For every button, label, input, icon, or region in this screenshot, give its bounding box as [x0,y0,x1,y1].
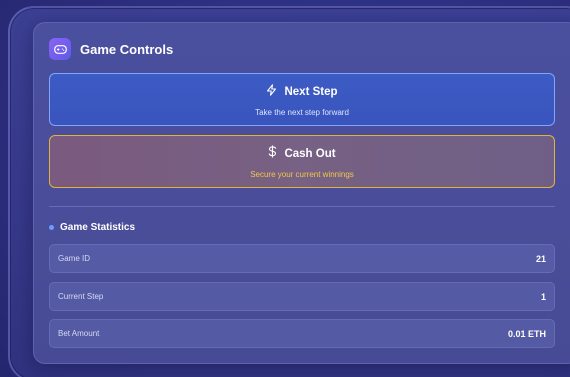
section-divider [49,206,555,207]
stat-value: 21 [535,253,546,264]
next-step-label: Next Step [284,85,338,98]
stat-label: Current Step [58,292,104,301]
cash-out-label: Cash Out [284,147,336,160]
gamepad-icon [49,38,71,60]
stats-title: Game Statistics [60,222,136,233]
cash-out-button[interactable]: Cash Out Secure your current winnings [49,135,555,188]
stats-section-title: Game Statistics [49,222,135,233]
cash-out-subtitle: Secure your current winnings [250,169,354,179]
next-step-button-row: Next Step [266,83,338,101]
bullet-dot-icon [49,225,54,230]
panel-header: Game Controls [49,38,173,60]
next-step-subtitle: Take the next step forward [255,107,349,117]
stat-label: Bet Amount [58,329,100,338]
next-step-button[interactable]: Next Step Take the next step forward [49,73,555,126]
stat-label: Game ID [58,254,91,263]
lightning-icon [266,83,277,101]
stat-row-current-step: Current Step 1 [49,282,555,311]
cash-out-button-row: Cash Out [268,145,336,163]
dollar-icon [268,145,277,163]
panel-title: Game Controls [80,41,174,57]
stat-row-bet-amount: Bet Amount 0.01 ETH [49,319,555,348]
game-controls-panel: Game Controls Next Step Take the next st… [33,22,570,364]
stat-row-game-id: Game ID 21 [49,244,555,273]
stat-value: 1 [540,291,546,302]
stat-value: 0.01 ETH [507,328,546,339]
